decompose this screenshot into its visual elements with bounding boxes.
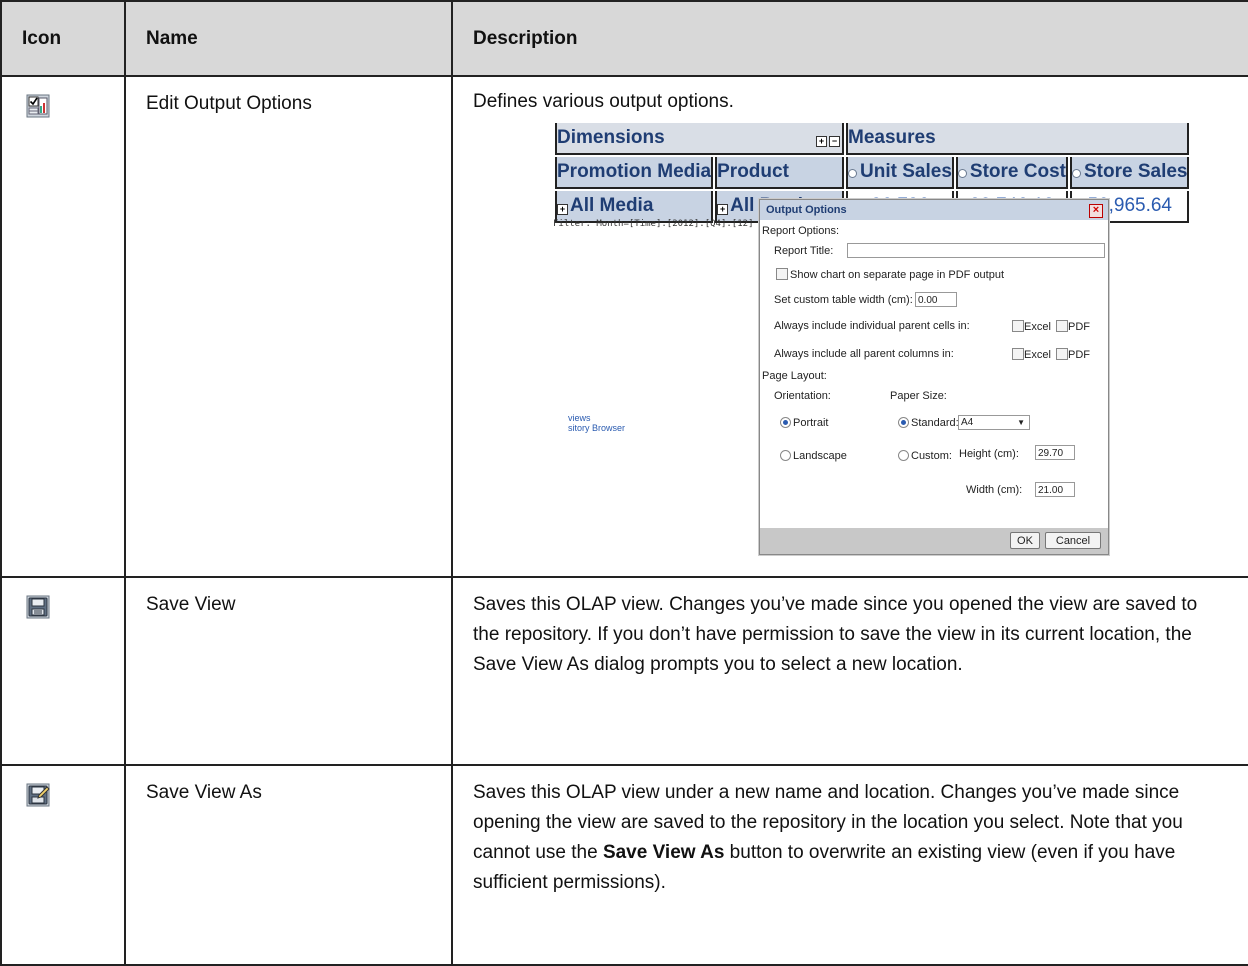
unit-sales-label: Unit Sales bbox=[860, 161, 952, 182]
report-title-field bbox=[847, 243, 1105, 258]
width-field: 21.00 bbox=[1035, 482, 1075, 497]
height-field: 29.70 bbox=[1035, 445, 1075, 460]
row-description: Saves this OLAP view. Changes you’ve mad… bbox=[473, 594, 1198, 675]
store-cost-header: Store Cost bbox=[955, 157, 1068, 189]
cancel-button: Cancel bbox=[1045, 532, 1101, 549]
table-row: Save View As Saves this OLAP view under … bbox=[0, 765, 1248, 966]
save-view-icon bbox=[26, 595, 50, 619]
header-name: Name bbox=[124, 0, 453, 77]
row-name: Edit Output Options bbox=[146, 93, 312, 114]
icon-reference-table: Icon Name Description Edit Output Option… bbox=[0, 0, 1248, 966]
output-options-screenshot: Dimensions + − Measures Promotion Media P… bbox=[473, 121, 1190, 555]
icon-cell bbox=[0, 76, 126, 578]
dialog-footer: OK Cancel bbox=[760, 528, 1108, 554]
output-options-dialog: Output Options × Report Options: Report … bbox=[759, 199, 1109, 555]
pdf-label: PDF bbox=[1068, 321, 1090, 333]
description-cell: Defines various output options. Dimensio… bbox=[451, 76, 1248, 578]
show-chart-label: Show chart on separate page in PDF outpu… bbox=[790, 269, 1005, 281]
row-name: Save View As bbox=[146, 782, 262, 803]
paper-size-select: A4 ▼ bbox=[958, 415, 1030, 430]
custom-label: Custom: bbox=[911, 450, 952, 462]
table-header-row: Icon Name Description bbox=[0, 0, 1248, 77]
portrait-label: Portrait bbox=[793, 417, 829, 429]
filter-text: Filter: Month=[Time].[2012].[Q4].[12] bbox=[553, 219, 754, 229]
side-link: sitory Browser bbox=[568, 423, 626, 433]
header-icon: Icon bbox=[0, 0, 126, 77]
description-bold-text: Save View As bbox=[602, 842, 725, 863]
sort-icon bbox=[1071, 169, 1081, 178]
dimensions-label: Dimensions bbox=[557, 127, 665, 148]
chevron-down-icon: ▼ bbox=[1017, 418, 1025, 427]
product-header: Product bbox=[715, 157, 845, 189]
landscape-label: Landscape bbox=[793, 450, 847, 462]
icon-cell bbox=[0, 765, 126, 966]
ok-button: OK bbox=[1010, 532, 1040, 549]
side-link: views bbox=[568, 413, 591, 423]
table-row: Edit Output Options Defines various outp… bbox=[0, 76, 1248, 578]
store-sales-label: Store Sales bbox=[1083, 161, 1188, 182]
standard-radio bbox=[898, 417, 909, 428]
orientation-label: Orientation: bbox=[774, 390, 831, 402]
edit-output-options-icon bbox=[26, 94, 50, 118]
paper-size-label: Paper Size: bbox=[890, 390, 947, 402]
side-links: views sitory Browser bbox=[568, 413, 625, 433]
row-description: Saves this OLAP view under a new name an… bbox=[473, 778, 1228, 898]
paper-size-value: A4 bbox=[961, 417, 974, 428]
icon-cell bbox=[0, 577, 126, 766]
store-cost-label: Store Cost bbox=[969, 161, 1066, 182]
description-cell: Saves this OLAP view under a new name an… bbox=[451, 765, 1248, 966]
store-sales-header: Store Sales bbox=[1069, 157, 1190, 189]
excel-label: Excel bbox=[1024, 349, 1051, 361]
show-chart-checkbox bbox=[776, 268, 788, 280]
dialog-title: Output Options bbox=[760, 200, 1108, 220]
header-description: Description bbox=[451, 0, 1248, 77]
name-cell: Save View As bbox=[124, 765, 453, 966]
width-label: Width (cm): bbox=[966, 484, 1023, 496]
custom-radio bbox=[898, 450, 909, 461]
custom-width-label: Set custom table width (cm): bbox=[774, 294, 913, 306]
row-name: Save View bbox=[146, 594, 236, 615]
page-layout-label: Page Layout: bbox=[762, 370, 827, 382]
standard-label: Standard: bbox=[911, 417, 959, 429]
excel-label: Excel bbox=[1024, 321, 1051, 333]
parent-columns-excel-checkbox bbox=[1012, 348, 1024, 360]
landscape-radio bbox=[780, 450, 791, 461]
parent-cells-pdf-checkbox bbox=[1056, 320, 1068, 332]
name-cell: Edit Output Options bbox=[124, 76, 453, 578]
sort-icon bbox=[848, 169, 858, 178]
close-icon: × bbox=[1089, 204, 1103, 218]
row-description: Defines various output options. bbox=[473, 91, 734, 112]
height-label: Height (cm): bbox=[959, 448, 1019, 460]
measures-header: Measures bbox=[846, 123, 1190, 155]
unit-sales-header: Unit Sales bbox=[846, 157, 954, 189]
save-view-as-icon bbox=[26, 783, 50, 807]
name-cell: Save View bbox=[124, 577, 453, 766]
parent-columns-pdf-checkbox bbox=[1056, 348, 1068, 360]
parent-cells-excel-checkbox bbox=[1012, 320, 1024, 332]
parent-cells-label: Always include individual parent cells i… bbox=[774, 320, 970, 332]
promotion-media-header: Promotion Media bbox=[555, 157, 714, 189]
report-options-label: Report Options: bbox=[762, 225, 840, 237]
portrait-radio bbox=[780, 417, 791, 428]
table-row: Save View Saves this OLAP view. Changes … bbox=[0, 577, 1248, 766]
custom-width-field: 0.00 bbox=[915, 292, 957, 307]
parent-columns-label: Always include all parent columns in: bbox=[774, 348, 954, 360]
pdf-label: PDF bbox=[1068, 349, 1090, 361]
expand-collapse-icon: + − bbox=[816, 123, 842, 153]
description-cell: Saves this OLAP view. Changes you’ve mad… bbox=[451, 577, 1248, 766]
report-title-label: Report Title: bbox=[774, 245, 834, 257]
sort-icon bbox=[957, 169, 967, 178]
dimensions-header: Dimensions + − bbox=[555, 123, 845, 155]
